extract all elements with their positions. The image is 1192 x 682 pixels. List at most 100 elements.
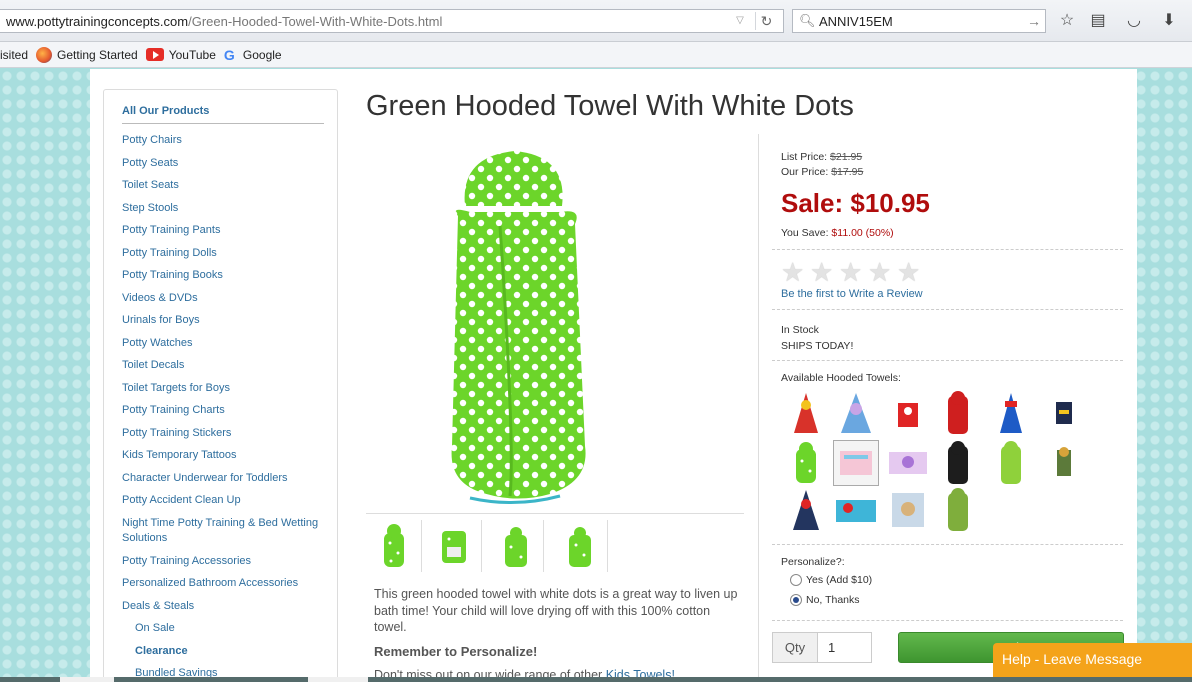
star-empty-icon: ★ [781, 257, 805, 287]
column-divider [758, 134, 759, 682]
bookmark-getting-started[interactable]: Getting Started [36, 46, 138, 63]
category-link[interactable]: Potty Training Stickers [122, 426, 327, 442]
product-thumbnail[interactable] [426, 520, 482, 572]
category-link[interactable]: Potty Chairs [122, 133, 327, 149]
url-path: /Green-Hooded-Towel-With-White-Dots.html [188, 13, 443, 29]
divider [772, 360, 1123, 361]
towel-variant-thumbnail[interactable] [885, 440, 931, 486]
category-link[interactable]: Toilet Seats [122, 178, 327, 194]
product-thumbnail[interactable] [366, 520, 422, 572]
towel-variant-thumbnail[interactable] [783, 487, 829, 533]
product-description: This green hooded towel with white dots … [374, 587, 738, 634]
category-link[interactable]: Potty Training Books [122, 268, 327, 284]
personalize-label: Personalize?: [781, 556, 845, 568]
radio-no-selected[interactable] [790, 594, 802, 606]
url-host: www.pottytrainingconcepts.com [6, 13, 189, 29]
category-link[interactable]: Potty Accident Clean Up [122, 493, 327, 509]
our-price: Our Price: $17.95 [781, 166, 864, 178]
address-bar[interactable]: www.pottytrainingconcepts.com/Green-Hood… [0, 9, 784, 33]
personalize-yes-option[interactable]: Yes (Add $10) [790, 574, 872, 586]
bookmark-google[interactable]: G Google [224, 47, 282, 63]
towel-variant-thumbnail[interactable] [1041, 440, 1087, 486]
star-empty-icon: ★ [868, 257, 892, 287]
firefox-icon [36, 46, 53, 63]
product-thumbnail[interactable] [552, 520, 608, 572]
star-empty-icon: ★ [897, 257, 921, 287]
category-link[interactable]: Videos & DVDs [122, 291, 327, 307]
history-dropdown-icon[interactable]: ▽ [733, 14, 747, 28]
category-link[interactable]: Potty Training Dolls [122, 246, 327, 262]
towel-variant-thumbnail-selected[interactable] [833, 440, 879, 486]
divider [772, 249, 1123, 250]
bookmarks-bar: isited Getting Started YouTube G Google [0, 42, 1192, 68]
sidebar-heading[interactable]: All Our Products [122, 105, 324, 124]
category-link[interactable]: Potty Training Accessories [122, 554, 327, 570]
category-link[interactable]: Urinals for Boys [122, 313, 327, 329]
category-link[interactable]: Toilet Targets for Boys [122, 381, 327, 397]
subcategory-link-on-sale[interactable]: On Sale [122, 621, 327, 637]
star-empty-icon: ★ [839, 257, 863, 287]
divider [772, 309, 1123, 310]
category-link[interactable]: Personalized Bathroom Accessories [122, 576, 327, 592]
towel-variant-thumbnail[interactable] [783, 440, 829, 486]
qty-label: Qty [772, 632, 817, 663]
thumbnail-strip [366, 513, 744, 572]
reading-list-icon[interactable]: ▤ [1088, 11, 1108, 31]
radio-yes[interactable] [790, 574, 802, 586]
you-save: You Save: $11.00 (50%) [781, 227, 894, 239]
stock-status: In Stock SHIPS TODAY! [781, 324, 854, 352]
towel-variant-thumbnail[interactable] [935, 487, 981, 533]
divider [772, 620, 1123, 621]
star-empty-icon: ★ [810, 257, 834, 287]
write-review-link[interactable]: Be the first to Write a Review [781, 288, 923, 300]
towel-variant-thumbnail[interactable] [885, 487, 931, 533]
bookmark-star-icon[interactable]: ☆ [1057, 11, 1077, 31]
google-icon: G [223, 46, 235, 63]
category-sidebar: All Our Products Potty Chairs Potty Seat… [103, 89, 338, 682]
bookmark-youtube[interactable]: YouTube [145, 48, 216, 62]
reload-icon[interactable]: ↻ [755, 12, 777, 30]
download-icon[interactable]: ⬇ [1159, 11, 1179, 31]
pocket-icon[interactable]: ◡ [1124, 11, 1144, 31]
divider [772, 544, 1123, 545]
category-link[interactable]: Toilet Decals [122, 358, 327, 374]
available-towels-label: Available Hooded Towels: [781, 372, 901, 384]
towel-variant-thumbnail[interactable] [988, 390, 1034, 436]
category-list: Potty Chairs Potty Seats Toilet Seats St… [122, 133, 327, 682]
personalize-reminder-heading: Remember to Personalize! [374, 644, 538, 659]
category-link[interactable]: Potty Training Charts [122, 403, 327, 419]
browser-toolbar: www.pottytrainingconcepts.com/Green-Hood… [0, 0, 1192, 42]
category-link[interactable]: Step Stools [122, 201, 327, 217]
product-main-image[interactable] [440, 146, 590, 511]
search-input[interactable]: 🔍︎ ANNIV15EM → [792, 9, 1046, 33]
list-price: List Price: $21.95 [781, 151, 863, 163]
taskbar-edge [0, 677, 1192, 682]
product-title: Green Hooded Towel With White Dots [366, 90, 854, 122]
category-link[interactable]: Potty Seats [122, 156, 327, 172]
rating-stars: ★ ★ ★ ★ ★ [781, 257, 926, 287]
search-icon: 🔍︎ [799, 13, 816, 28]
towel-variant-thumbnail[interactable] [885, 390, 931, 436]
category-link[interactable]: Kids Temporary Tattoos [122, 448, 327, 464]
subcategory-link-clearance[interactable]: Clearance [122, 644, 327, 660]
search-go-icon[interactable]: → [1027, 13, 1041, 29]
product-thumbnail[interactable] [488, 520, 544, 572]
personalize-no-option[interactable]: No, Thanks [790, 594, 860, 606]
category-link[interactable]: Potty Training Pants [122, 223, 327, 239]
towel-variant-thumbnail[interactable] [1041, 390, 1087, 436]
category-link[interactable]: Night Time Potty Training & Bed Wetting … [122, 516, 327, 547]
towel-variant-thumbnail[interactable] [783, 390, 829, 436]
price-block: List Price: $21.95 Our Price: $17.95 [781, 150, 1123, 180]
category-link[interactable]: Potty Watches [122, 336, 327, 352]
towel-variant-thumbnail[interactable] [833, 487, 879, 533]
towel-variant-thumbnail[interactable] [935, 390, 981, 436]
quantity-input[interactable]: 1 [817, 632, 872, 663]
category-link[interactable]: Character Underwear for Toddlers [122, 471, 327, 487]
sale-price: Sale: $10.95 [781, 188, 930, 218]
search-value: ANNIV15EM [819, 13, 893, 29]
towel-variant-thumbnail[interactable] [833, 390, 879, 436]
category-link[interactable]: Deals & Steals [122, 599, 327, 615]
towel-variant-thumbnail[interactable] [988, 440, 1034, 486]
towel-variant-thumbnail[interactable] [935, 440, 981, 486]
bookmark-most-visited[interactable]: isited [0, 48, 28, 62]
